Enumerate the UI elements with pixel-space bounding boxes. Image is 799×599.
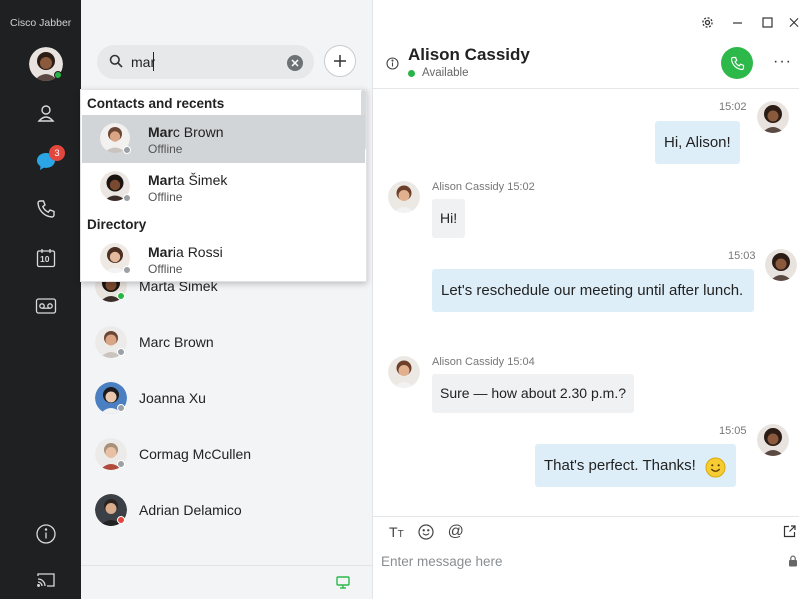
lock-icon	[789, 555, 797, 567]
clear-search-button[interactable]	[287, 55, 303, 71]
contact-avatar	[388, 356, 420, 388]
phone-icon	[730, 56, 744, 70]
message-sender: Alison Cassidy 15:02	[432, 181, 535, 193]
add-contact-button[interactable]	[324, 45, 356, 77]
contact-avatar	[388, 181, 420, 213]
message-time: 15:05	[719, 425, 747, 437]
search-result-item[interactable]: Marta Šimek Offline	[82, 163, 365, 211]
contact-list-item[interactable]: Marc Brown	[81, 318, 373, 368]
presence-dot	[123, 194, 131, 202]
contact-name: Cormag McCullen	[139, 446, 252, 462]
info-nav-icon[interactable]	[34, 522, 58, 546]
contact-name: Joanna Xu	[139, 390, 206, 406]
presence-dot	[408, 70, 415, 77]
minimize-icon[interactable]	[729, 14, 745, 30]
text-format-icon[interactable]: TT	[389, 524, 404, 540]
plus-icon	[334, 55, 346, 67]
presence-dot	[123, 146, 131, 154]
close-window-icon[interactable]	[789, 14, 799, 30]
outgoing-message: That's perfect. Thanks!	[535, 444, 736, 487]
info-icon[interactable]	[386, 57, 399, 70]
contact-list-item[interactable]: Adrian Delamico	[81, 486, 373, 536]
message-time: 15:03	[728, 250, 756, 262]
search-icon	[109, 54, 123, 68]
search-results-dropdown: Contacts and recents Marc Brown Offline …	[80, 89, 367, 282]
my-avatar	[757, 101, 789, 133]
contact-name: Adrian Delamico	[139, 502, 242, 518]
calendar-nav-icon[interactable]: 10	[34, 246, 58, 270]
calendar-day: 10	[40, 254, 50, 264]
result-status: Offline	[148, 262, 183, 276]
smiley-emoji-icon	[705, 457, 726, 478]
screen-share-nav-icon[interactable]	[34, 568, 58, 592]
presence-dot	[117, 292, 125, 300]
result-name: Maria Rossi	[148, 244, 223, 260]
popout-icon[interactable]	[783, 525, 796, 538]
text-cursor	[153, 52, 154, 71]
result-status: Offline	[148, 142, 183, 156]
chat-contact-status: Available	[422, 67, 469, 79]
search-result-item[interactable]: Maria Rossi Offline	[82, 235, 365, 283]
section-heading-contacts: Contacts and recents	[87, 96, 225, 111]
chat-unread-badge: 3	[49, 145, 65, 161]
more-options-button[interactable]: ···	[773, 53, 792, 71]
search-input[interactable]: mar	[131, 54, 155, 70]
chat-contact-name: Alison Cassidy	[408, 45, 530, 64]
my-avatar	[765, 249, 797, 281]
presence-dot	[117, 516, 125, 524]
monitor-icon[interactable]	[336, 576, 350, 589]
gear-icon[interactable]	[699, 14, 715, 30]
message-sender: Alison Cassidy 15:04	[432, 356, 535, 368]
app-title: Cisco Jabber	[10, 17, 72, 29]
navigation-rail: Cisco Jabber 3 10	[0, 0, 81, 599]
header-divider	[373, 88, 799, 89]
compose-toolbar: TT @	[389, 523, 464, 541]
outgoing-message: Hi, Alison!	[655, 121, 740, 164]
chat-window: Alison Cassidy Available ··· 15:02 Hi, A…	[373, 0, 799, 599]
voicemail-nav-icon[interactable]	[34, 294, 58, 318]
close-icon	[291, 59, 299, 67]
maximize-icon[interactable]	[759, 14, 775, 30]
search-field[interactable]: mar	[97, 45, 314, 79]
result-status: Offline	[148, 190, 183, 204]
presence-dot	[117, 404, 125, 412]
message-input[interactable]: Enter message here	[381, 554, 503, 569]
presence-dot	[117, 460, 125, 468]
outgoing-message: Let's reschedule our meeting until after…	[432, 269, 754, 312]
emoji-icon[interactable]	[418, 524, 434, 540]
result-name: Marta Šimek	[148, 172, 228, 188]
my-avatar	[757, 424, 789, 456]
presence-dot	[117, 348, 125, 356]
my-presence-dot	[54, 71, 62, 79]
mention-icon[interactable]: @	[448, 523, 464, 541]
call-button[interactable]	[721, 47, 753, 79]
search-result-item[interactable]: Marc Brown Offline	[82, 115, 365, 163]
contacts-nav-icon[interactable]	[34, 101, 58, 125]
contact-name: Marc Brown	[139, 334, 214, 350]
incoming-message: Sure — how about 2.30 p.m.?	[432, 374, 634, 413]
section-heading-directory: Directory	[87, 217, 147, 232]
phone-nav-icon[interactable]	[34, 197, 58, 221]
pane-footer	[81, 565, 373, 599]
contact-list-item[interactable]: Joanna Xu	[81, 374, 373, 424]
presence-dot	[123, 266, 131, 274]
message-text: That's perfect. Thanks!	[544, 457, 696, 474]
message-composer: TT @ Enter message here	[373, 516, 799, 599]
window-controls	[699, 14, 799, 30]
result-name: Marc Brown	[148, 124, 224, 140]
incoming-message: Hi!	[432, 199, 466, 238]
contact-list-item[interactable]: Cormag McCullen	[81, 430, 373, 480]
message-time: 15:02	[719, 101, 747, 113]
